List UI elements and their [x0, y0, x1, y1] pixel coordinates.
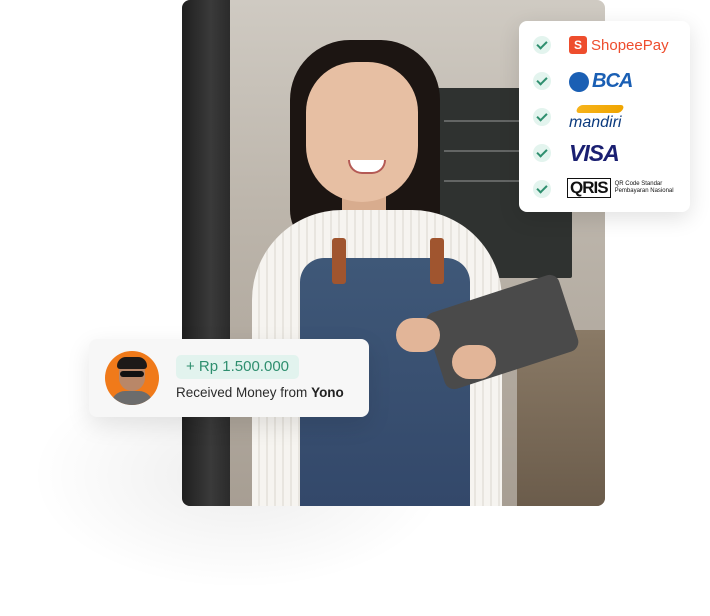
avatar-body: [111, 391, 153, 405]
visa-logo: VISA: [569, 140, 620, 166]
avatar-hair: [117, 357, 147, 369]
payment-methods-card: S ShopeePay BCA mandiri VISA QRIS QR Cod…: [519, 21, 690, 212]
payment-method-shopeepay: S ShopeePay: [519, 31, 690, 59]
photo-apron-strap: [430, 238, 444, 284]
photo-hand: [452, 345, 496, 379]
qris-label: QRIS: [567, 178, 611, 198]
check-icon: [533, 72, 551, 90]
photo-apron-strap: [332, 238, 346, 284]
mandiri-label: mandiri: [569, 114, 622, 131]
payment-method-qris: QRIS QR Code Standar Pembayaran Nasional: [519, 175, 690, 203]
mandiri-logo: mandiri: [569, 105, 625, 132]
photo-face: [306, 62, 418, 202]
bca-logo: BCA: [569, 70, 633, 93]
sender-name: Yono: [311, 385, 344, 400]
avatar-sunglasses: [120, 371, 144, 377]
bca-label: BCA: [592, 70, 633, 92]
payment-method-visa: VISA: [519, 139, 690, 167]
check-icon: [533, 180, 551, 198]
check-icon: [533, 36, 551, 54]
received-money-notification: + Rp 1.500.000 Received Money from Yono: [89, 339, 369, 417]
payment-method-mandiri: mandiri: [519, 103, 690, 131]
qris-logo: QRIS QR Code Standar Pembayaran Nasional: [567, 178, 675, 198]
check-icon: [533, 144, 551, 162]
qris-subtitle: QR Code Standar Pembayaran Nasional: [614, 181, 674, 194]
shopeepay-label: ShopeePay: [591, 36, 669, 54]
photo-door-frame: [182, 0, 230, 506]
check-icon: [533, 108, 551, 126]
mandiri-wave-icon: [575, 105, 625, 113]
photo-hand: [396, 318, 440, 352]
shopeepay-logo: S ShopeePay: [569, 35, 669, 55]
payment-method-bca: BCA: [519, 67, 690, 95]
sender-avatar: [105, 351, 159, 405]
received-label: Received Money from: [176, 385, 312, 400]
received-money-text: Received Money from Yono: [176, 385, 344, 400]
amount-badge: + Rp 1.500.000: [176, 355, 300, 379]
shopee-bag-icon: S: [569, 36, 587, 54]
bca-emblem-icon: [569, 71, 589, 92]
